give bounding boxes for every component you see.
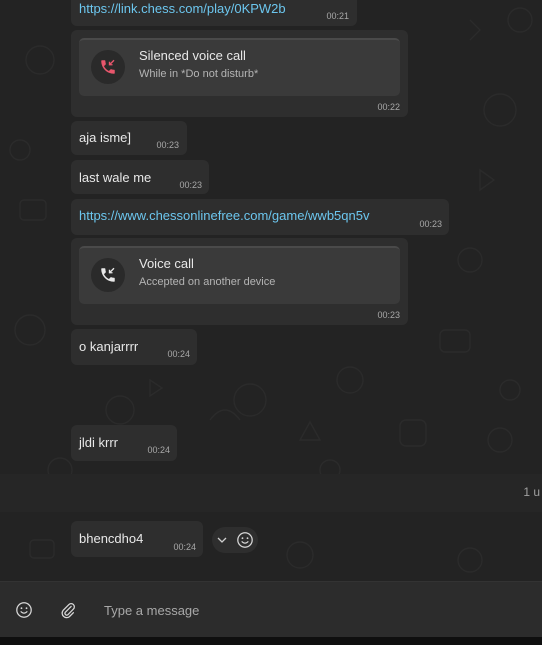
message-text: aja isme] <box>79 130 132 145</box>
message-time: 00:23 <box>179 180 202 190</box>
taskbar-strip <box>0 637 542 645</box>
incoming-call-icon <box>91 258 125 292</box>
message-text: jldi krrr <box>79 435 118 450</box>
call-card[interactable]: Silenced voice call While in *Do not dis… <box>79 38 400 96</box>
call-title: Voice call <box>139 256 194 271</box>
message-text: bhencdho4 <box>79 531 144 546</box>
message-link[interactable]: https://link.chess.com/play/0KPW2b <box>79 1 286 16</box>
unread-label: 1 u <box>523 485 540 499</box>
call-message-bubble[interactable]: Voice call Accepted on another device 00… <box>71 238 408 325</box>
paperclip-icon[interactable] <box>56 598 80 622</box>
call-subtitle: While in *Do not disturb* <box>139 68 259 80</box>
message-text: o kanjarrrr <box>79 339 139 354</box>
call-title: Silenced voice call <box>139 48 246 63</box>
chevron-down-icon[interactable] <box>217 535 227 545</box>
call-message-bubble[interactable]: Silenced voice call While in *Do not dis… <box>71 30 408 117</box>
message-bubble[interactable]: jldi krrr 00:24 <box>71 425 177 461</box>
message-actions <box>212 527 258 553</box>
call-card[interactable]: Voice call Accepted on another device <box>79 246 400 304</box>
call-subtitle: Accepted on another device <box>139 276 276 288</box>
message-time: 00:23 <box>377 310 400 320</box>
message-time: 00:24 <box>147 445 170 455</box>
message-time: 00:24 <box>173 542 196 552</box>
message-time: 00:23 <box>156 140 179 150</box>
smiley-icon[interactable] <box>12 598 36 622</box>
message-bubble[interactable]: bhencdho4 00:24 <box>71 521 203 557</box>
message-composer: Type a message <box>0 581 542 638</box>
chat-panel: https://link.chess.com/play/0KPW2b 00:21… <box>0 0 542 581</box>
message-bubble[interactable]: https://www.chessonlinefree.com/game/wwb… <box>71 199 449 235</box>
message-bubble[interactable]: o kanjarrrr 00:24 <box>71 329 197 365</box>
message-time: 00:22 <box>377 102 400 112</box>
message-time: 00:21 <box>326 11 349 21</box>
message-input[interactable]: Type a message <box>104 603 199 618</box>
missed-call-icon <box>91 50 125 84</box>
message-time: 00:23 <box>419 219 442 229</box>
message-time: 00:24 <box>167 349 190 359</box>
message-bubble[interactable]: aja isme] 00:23 <box>71 121 187 155</box>
message-link[interactable]: https://www.chessonlinefree.com/game/wwb… <box>79 208 369 223</box>
message-bubble[interactable]: last wale me 00:23 <box>71 160 209 194</box>
message-bubble[interactable]: https://link.chess.com/play/0KPW2b 00:21 <box>71 0 357 26</box>
message-text: last wale me <box>79 170 152 185</box>
smiley-icon[interactable] <box>236 531 254 549</box>
unread-divider: 1 u <box>0 474 542 512</box>
